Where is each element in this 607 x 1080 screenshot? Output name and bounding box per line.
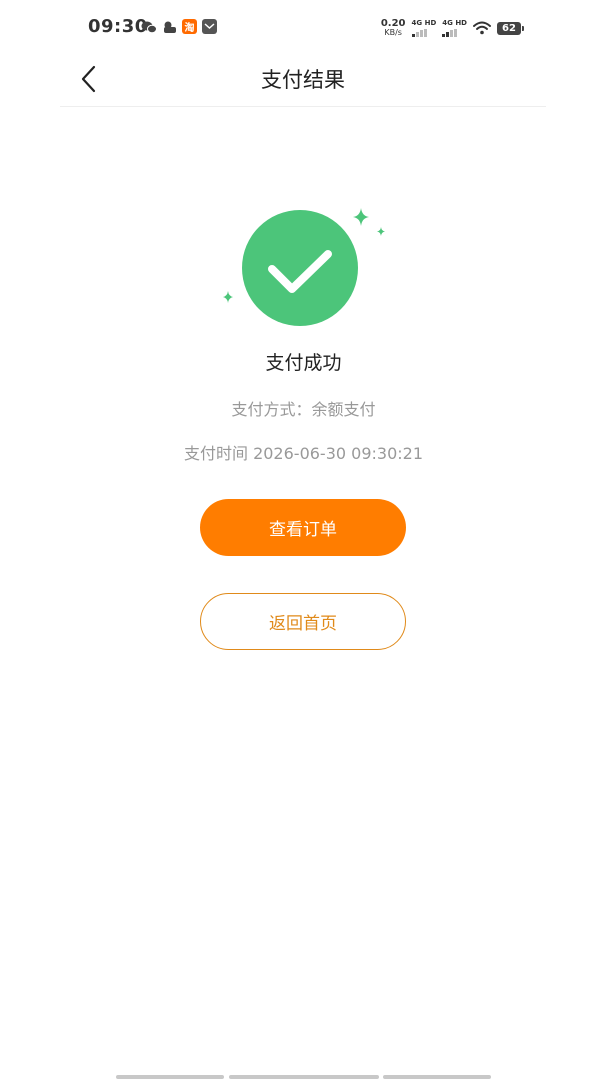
mail-icon (202, 19, 217, 34)
status-bar: 09:30 淘 0.20 KB/s 4G HD 4G HD 62 (0, 0, 607, 56)
view-order-button[interactable]: 查看订单 (200, 499, 406, 556)
home-indicator (116, 1075, 224, 1079)
app-notification-icon (164, 21, 176, 33)
net-speed: 0.20 KB/s (380, 18, 406, 38)
success-title: 支付成功 (265, 352, 342, 374)
net-speed-unit: KB/s (384, 28, 402, 37)
success-check-circle-icon (242, 210, 358, 326)
sparkle-icon (353, 208, 369, 226)
signal-2: 4G HD (442, 19, 467, 37)
status-right: 0.20 KB/s 4G HD 4G HD 62 (380, 16, 524, 40)
wifi-icon (473, 21, 491, 35)
sparkle-icon (223, 291, 233, 303)
battery-level: 62 (502, 22, 516, 34)
signal-1-label: 4G HD (411, 19, 437, 27)
nav-bar: 支付结果 (60, 56, 546, 107)
home-indicator (383, 1075, 491, 1079)
taobao-icon-label: 淘 (184, 23, 195, 34)
payment-method: 支付方式：余额支付 (231, 400, 376, 419)
signal-2-bars-icon (442, 29, 458, 37)
sparkle-icon (377, 227, 385, 236)
status-time: 09:30 (88, 16, 148, 37)
back-home-label: 返回首页 (269, 614, 337, 634)
signal-1: 4G HD (411, 19, 437, 37)
net-speed-value: 0.20 (380, 18, 406, 29)
payment-time: 支付时间 2026-06-30 09:30:21 (183, 444, 424, 463)
view-order-label: 查看订单 (269, 520, 337, 540)
signal-2-label: 4G HD (442, 19, 467, 27)
success-graphic (223, 208, 385, 326)
back-home-button[interactable]: 返回首页 (200, 593, 406, 650)
signal-1-bars-icon (411, 29, 427, 37)
home-indicator (229, 1075, 379, 1079)
page-title: 支付结果 (261, 68, 345, 92)
wechat-icon (141, 21, 157, 34)
taobao-icon: 淘 (182, 19, 197, 34)
battery-icon: 62 (497, 21, 524, 35)
